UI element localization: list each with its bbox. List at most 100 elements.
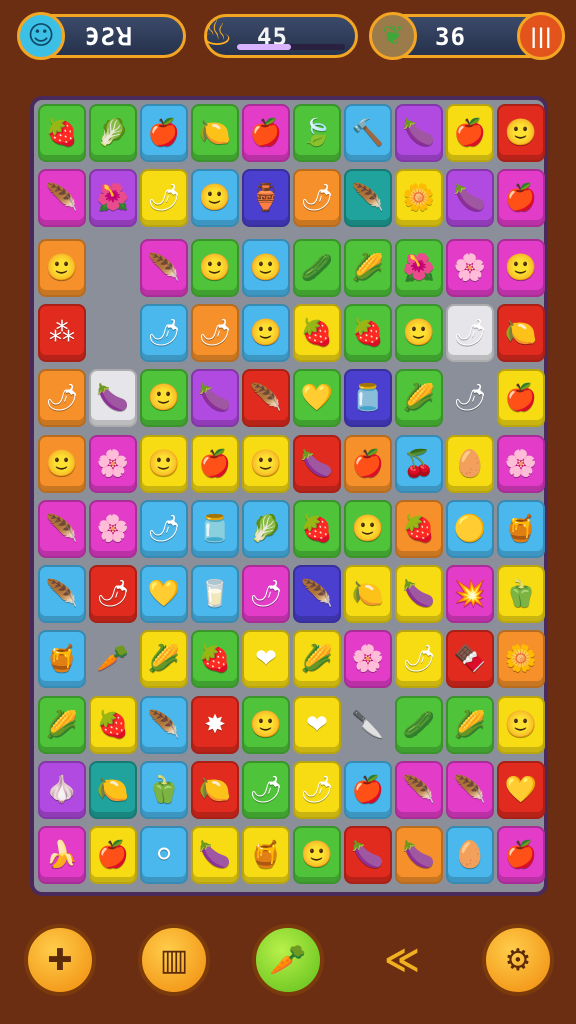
tile[interactable]: 🙂 — [242, 434, 290, 493]
tile[interactable]: ✸ — [191, 695, 239, 754]
tile[interactable]: 🍎 — [89, 826, 137, 885]
tile[interactable]: 🥬 — [89, 104, 137, 162]
tile[interactable]: 🥛 — [191, 565, 239, 624]
tile[interactable]: 🌶 — [446, 303, 494, 362]
tile[interactable]: 🫙 — [344, 369, 392, 428]
tile[interactable]: 🌶 — [38, 369, 86, 428]
tile[interactable]: 🫙 — [191, 499, 239, 558]
tile[interactable]: 🙂 — [242, 303, 290, 362]
tile[interactable]: 🌶 — [140, 169, 188, 228]
tile[interactable]: 🏺 — [242, 169, 290, 228]
tile[interactable]: 🫑 — [140, 761, 188, 819]
tile[interactable]: ⚪ — [140, 826, 188, 885]
tile[interactable]: 🙂 — [497, 238, 545, 297]
tile[interactable]: 🌶 — [395, 630, 443, 689]
tile[interactable]: 🥒 — [395, 695, 443, 754]
tile[interactable]: 🪶 — [140, 238, 188, 297]
tile[interactable]: 🍎 — [344, 434, 392, 493]
tile[interactable]: 🍎 — [497, 369, 545, 428]
tile[interactable]: 🪶 — [242, 369, 290, 428]
tile[interactable]: 🙂 — [497, 695, 545, 754]
tile[interactable]: 🍆 — [191, 369, 239, 428]
tile[interactable]: 🙂 — [344, 499, 392, 558]
tile[interactable]: 🙂 — [191, 169, 239, 228]
tile[interactable]: 💛 — [497, 761, 545, 819]
tile[interactable]: 🪶 — [38, 565, 86, 624]
tile[interactable]: 🍓 — [293, 499, 341, 558]
tile[interactable]: 🪶 — [446, 761, 494, 819]
tile[interactable]: 🥚 — [446, 826, 494, 885]
tile[interactable]: 🍓 — [344, 303, 392, 362]
tile[interactable]: 🍋 — [344, 565, 392, 624]
tile[interactable]: 🔨 — [344, 104, 392, 162]
tile[interactable]: 🌸 — [89, 499, 137, 558]
tile[interactable]: 🌶 — [242, 761, 290, 819]
tile[interactable]: 🍎 — [497, 169, 545, 228]
tile[interactable]: 🍃 — [293, 104, 341, 162]
tile[interactable]: 🍋 — [89, 761, 137, 819]
tile[interactable]: 🍆 — [191, 826, 239, 885]
tile[interactable]: 🍆 — [395, 104, 443, 162]
tile[interactable]: 🙂 — [293, 826, 341, 885]
tile[interactable]: 🧄 — [38, 761, 86, 819]
tile[interactable]: 🥚 — [446, 434, 494, 493]
tile[interactable]: 🪶 — [344, 169, 392, 228]
tile[interactable]: 🫑 — [497, 565, 545, 624]
tile[interactable]: 🙂 — [395, 303, 443, 362]
tile[interactable]: 🍯 — [242, 826, 290, 885]
tile[interactable]: 🌶 — [293, 761, 341, 819]
tile[interactable]: 🍎 — [242, 104, 290, 162]
tile[interactable]: 🙂 — [140, 369, 188, 428]
tile[interactable]: 🙂 — [38, 434, 86, 493]
settings-button[interactable]: ⚙ — [482, 924, 554, 996]
tile[interactable]: 🪶 — [140, 695, 188, 754]
tile[interactable]: 🪶 — [38, 169, 86, 228]
hint-button[interactable]: 🥕 — [252, 924, 324, 996]
tile[interactable]: 🍋 — [497, 303, 545, 362]
tile[interactable]: 🥬 — [242, 499, 290, 558]
tile[interactable]: 🍎 — [191, 434, 239, 493]
tile[interactable]: 🍆 — [395, 565, 443, 624]
tile[interactable]: 🍆 — [344, 826, 392, 885]
tile[interactable]: 💥 — [446, 565, 494, 624]
tile[interactable]: 🌸 — [497, 434, 545, 493]
tile[interactable]: 🌶 — [140, 499, 188, 558]
tile[interactable]: 🌺 — [89, 169, 137, 228]
tile[interactable]: 🌸 — [446, 238, 494, 297]
tile[interactable]: 🙂 — [242, 695, 290, 754]
tile[interactable]: 🍎 — [140, 104, 188, 162]
tile[interactable]: 🍎 — [344, 761, 392, 819]
tile[interactable]: 🍌 — [38, 826, 86, 885]
undo-button[interactable]: ≪ — [366, 924, 438, 996]
puzzle-button[interactable]: ✚ — [24, 924, 96, 996]
tile[interactable]: 🌼 — [497, 630, 545, 689]
tile[interactable]: 🌶 — [140, 303, 188, 362]
tile[interactable]: 🌶 — [293, 169, 341, 228]
tile[interactable]: 🪶 — [38, 499, 86, 558]
tile[interactable]: 🍫 — [446, 630, 494, 689]
tile[interactable]: 🍓 — [191, 630, 239, 689]
tile[interactable]: 🌽 — [293, 630, 341, 689]
tile[interactable]: 🍋 — [191, 761, 239, 819]
tile[interactable]: 🍓 — [395, 499, 443, 558]
tile[interactable]: 🪶 — [395, 761, 443, 819]
tile[interactable]: ❤ — [293, 695, 341, 754]
tile[interactable]: 🌽 — [38, 695, 86, 754]
tile[interactable]: 🌸 — [344, 630, 392, 689]
tile[interactable]: 🌽 — [344, 238, 392, 297]
tile[interactable]: 🌽 — [395, 369, 443, 428]
pause-button[interactable]: ||| — [517, 12, 565, 60]
tile[interactable]: 🍒 — [395, 434, 443, 493]
tile[interactable]: 🌼 — [395, 169, 443, 228]
tile[interactable]: 🍓 — [89, 695, 137, 754]
tile[interactable]: 🍓 — [293, 303, 341, 362]
tile[interactable]: 🪶 — [293, 565, 341, 624]
tile[interactable]: ❤ — [242, 630, 290, 689]
tile[interactable]: 🙂 — [242, 238, 290, 297]
tile[interactable]: 🍎 — [446, 104, 494, 162]
tile[interactable]: 🍯 — [497, 499, 545, 558]
tile[interactable]: 🍆 — [89, 369, 137, 428]
tile[interactable]: 🟡 — [446, 499, 494, 558]
tile[interactable]: 🙂 — [140, 434, 188, 493]
tile[interactable]: 🌶 — [242, 565, 290, 624]
